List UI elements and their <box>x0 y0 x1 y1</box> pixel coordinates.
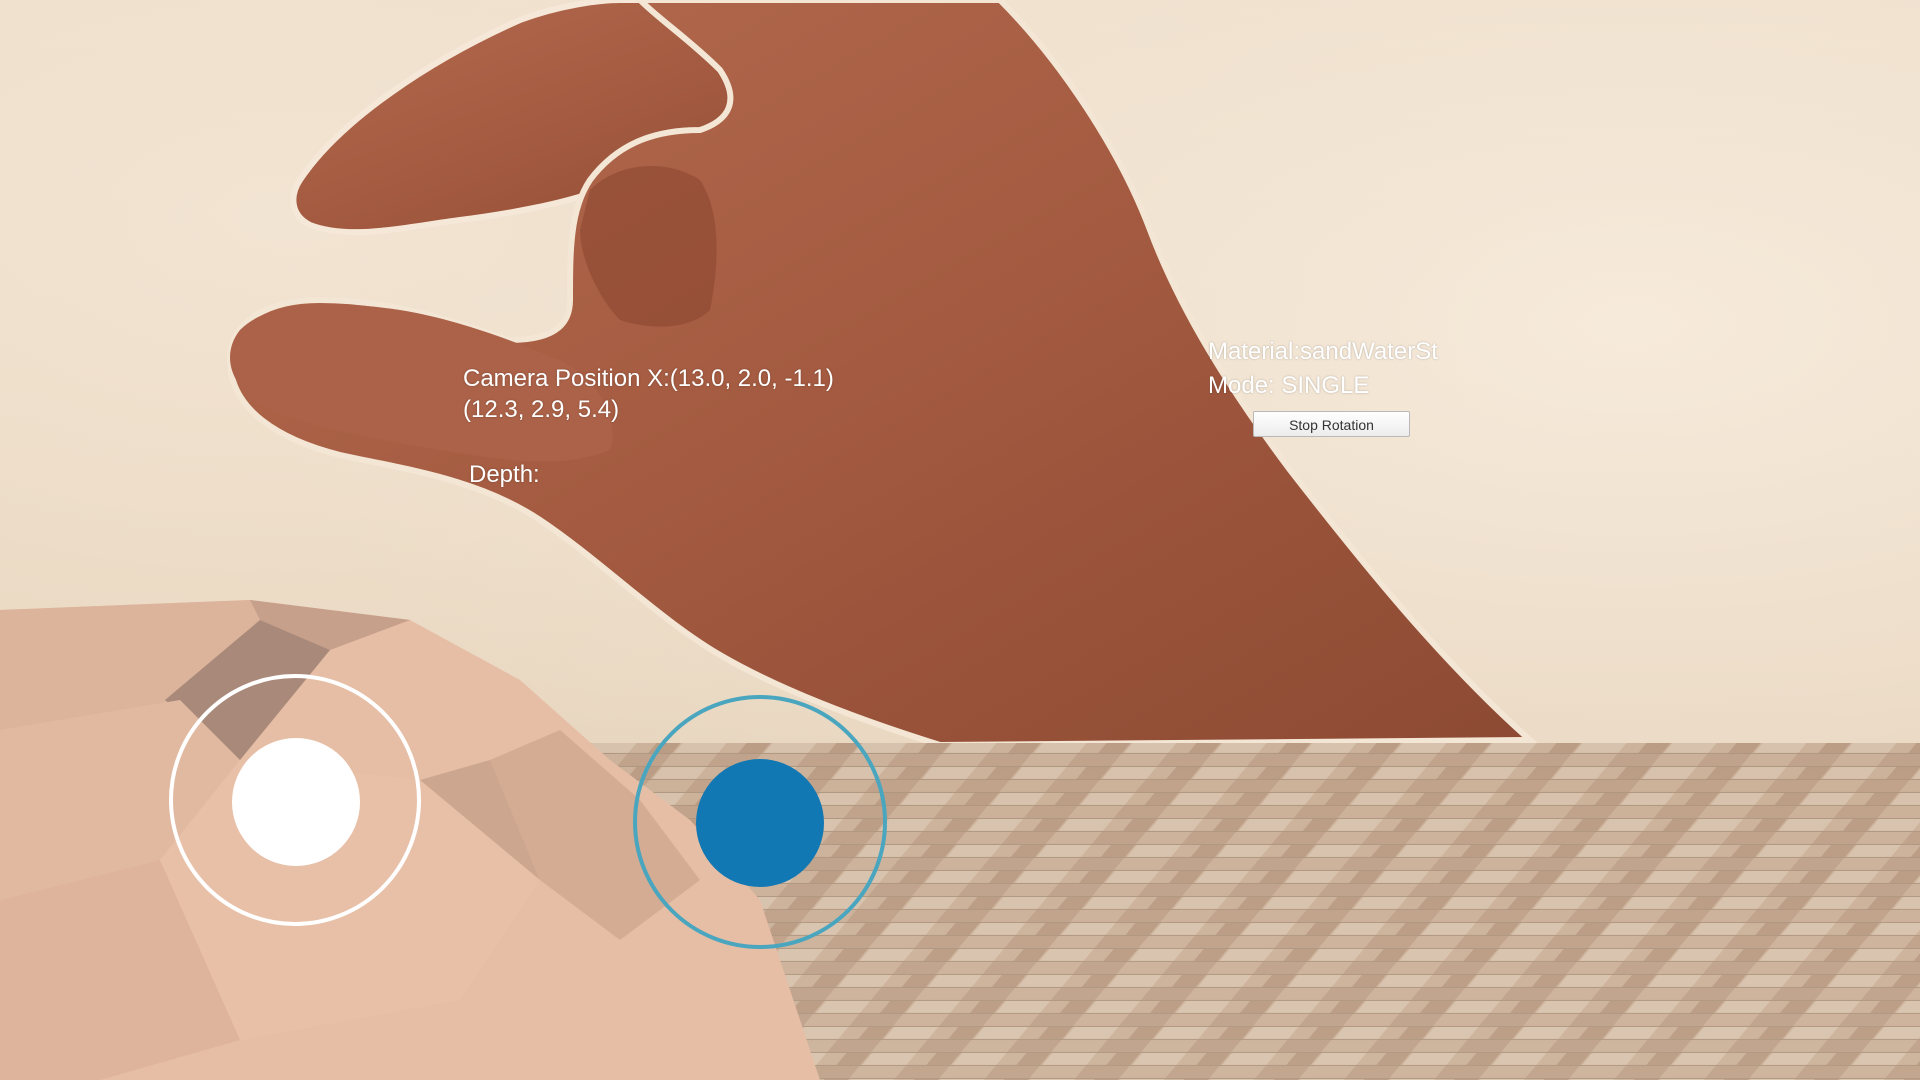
camera-position-secondary: (12.3, 2.9, 5.4) <box>463 396 620 423</box>
stop-rotation-button[interactable]: Stop Rotation <box>1253 411 1410 437</box>
ar-camera-view[interactable]: Camera Position X:(13.0, 2.0, -1.1) (12.… <box>0 0 1920 1080</box>
left-joystick-knob[interactable] <box>232 738 360 866</box>
depth-label: Depth: <box>469 461 540 488</box>
camera-position-label: Camera Position X:(13.0, 2.0, -1.1) <box>463 365 834 392</box>
mode-label: Mode: SINGLE <box>1208 372 1370 399</box>
material-label: Material:sandWaterSt <box>1208 338 1438 365</box>
right-joystick-knob[interactable] <box>696 759 824 887</box>
